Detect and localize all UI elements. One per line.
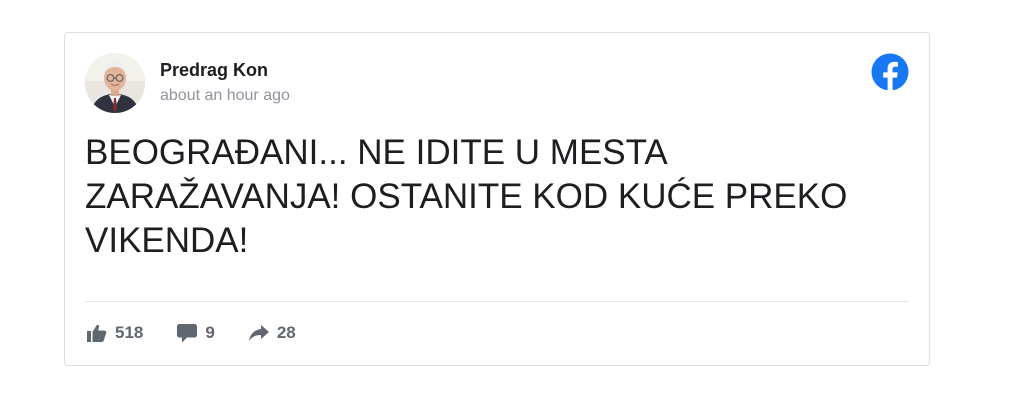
author-photo bbox=[85, 53, 145, 113]
author-avatar[interactable] bbox=[85, 53, 145, 113]
likes-count: 518 bbox=[115, 323, 144, 342]
share-arrow-icon bbox=[248, 325, 269, 341]
embedded-post-card: Predrag Kon about an hour ago BEOGRAĐANI… bbox=[64, 32, 930, 366]
comment-icon bbox=[177, 323, 198, 342]
divider bbox=[85, 301, 909, 302]
comments-count: 9 bbox=[205, 323, 215, 342]
post-stats-bar: 518 9 28 bbox=[87, 321, 296, 345]
likes-stat[interactable]: 518 bbox=[87, 323, 143, 343]
facebook-logo-icon[interactable] bbox=[871, 53, 909, 91]
shares-count: 28 bbox=[276, 323, 296, 342]
comments-stat[interactable]: 9 bbox=[177, 323, 215, 343]
shares-stat[interactable]: 28 bbox=[248, 323, 296, 343]
thumbs-up-icon bbox=[87, 324, 107, 342]
author-name[interactable]: Predrag Kon bbox=[160, 60, 268, 81]
post-timestamp[interactable]: about an hour ago bbox=[160, 87, 290, 105]
post-text: BEOGRAĐANI... NE IDITE U MESTA ZARAŽAVAN… bbox=[85, 133, 848, 260]
